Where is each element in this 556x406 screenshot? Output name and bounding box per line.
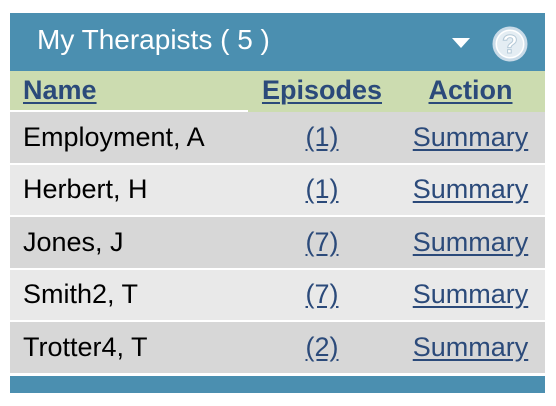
help-label: ?	[502, 29, 518, 59]
episodes-link[interactable]: (2)	[306, 332, 339, 362]
therapist-name: Herbert, H	[10, 163, 248, 217]
therapists-table: Name Episodes Action Employment, A (1) S…	[10, 71, 545, 375]
chevron-down-icon[interactable]	[451, 37, 471, 49]
summary-link[interactable]: Summary	[413, 174, 529, 204]
summary-link[interactable]: Summary	[413, 279, 529, 309]
table-row: Employment, A (1) Summary	[10, 111, 545, 165]
episodes-link[interactable]: (1)	[306, 174, 339, 204]
therapist-name: Jones, J	[10, 216, 248, 270]
sort-by-action-link[interactable]: Action	[429, 75, 513, 105]
table-row: Herbert, H (1) Summary	[10, 163, 545, 217]
therapists-panel: My Therapists ( 5 ) ? Name Episodes Acti…	[10, 13, 545, 393]
therapist-name: Smith2, T	[10, 268, 248, 322]
summary-link[interactable]: Summary	[413, 122, 529, 152]
sort-by-episodes-link[interactable]: Episodes	[262, 75, 382, 105]
episodes-link[interactable]: (7)	[306, 227, 339, 257]
episodes-cell: (7)	[248, 216, 396, 270]
therapist-name: Employment, A	[10, 111, 248, 165]
panel-title: My Therapists ( 5 )	[37, 24, 270, 55]
episodes-cell: (1)	[248, 111, 396, 165]
action-cell: Summary	[396, 216, 545, 270]
action-cell: Summary	[396, 321, 545, 375]
episodes-cell: (2)	[248, 321, 396, 375]
summary-link[interactable]: Summary	[413, 227, 529, 257]
sort-by-name-link[interactable]: Name	[23, 75, 97, 105]
episodes-cell: (1)	[248, 163, 396, 217]
column-header-name: Name	[10, 71, 248, 112]
summary-link[interactable]: Summary	[413, 332, 529, 362]
episodes-link[interactable]: (1)	[306, 122, 339, 152]
column-header-action: Action	[396, 71, 545, 112]
help-button[interactable]: ?	[492, 26, 528, 62]
episodes-cell: (7)	[248, 268, 396, 322]
action-cell: Summary	[396, 111, 545, 165]
therapist-name: Trotter4, T	[10, 321, 248, 375]
episodes-link[interactable]: (7)	[306, 279, 339, 309]
question-mark-icon: ?	[492, 26, 528, 62]
table-row: Jones, J (7) Summary	[10, 216, 545, 270]
table-header-row: Name Episodes Action	[10, 71, 545, 112]
panel-header: My Therapists ( 5 ) ?	[10, 13, 545, 71]
panel-footer	[10, 376, 545, 393]
action-cell: Summary	[396, 268, 545, 322]
action-cell: Summary	[396, 163, 545, 217]
table-row: Smith2, T (7) Summary	[10, 268, 545, 322]
table-row: Trotter4, T (2) Summary	[10, 321, 545, 375]
column-header-episodes: Episodes	[248, 71, 396, 112]
